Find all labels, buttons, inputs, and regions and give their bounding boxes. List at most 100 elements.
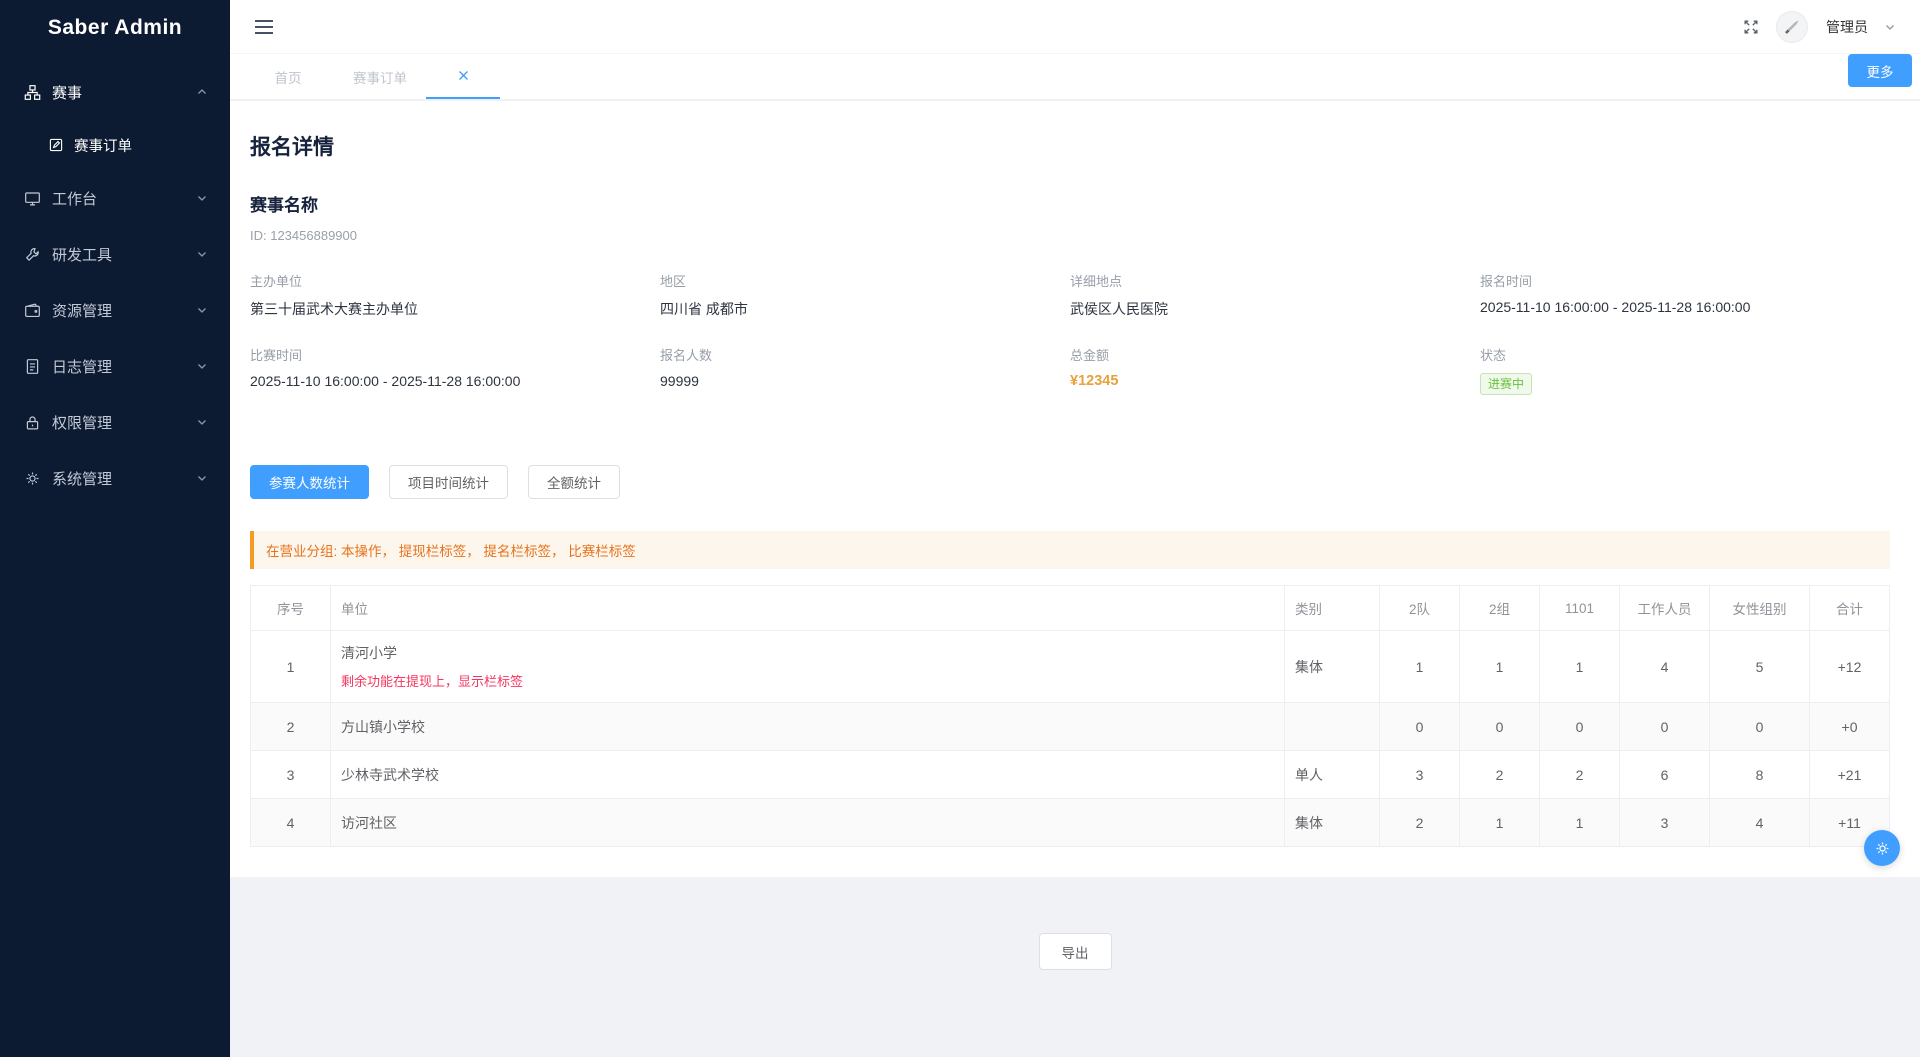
warning-alert: 在营业分组: 本操作， 提现栏标签， 提名栏标签， 比赛栏标签 — [250, 531, 1890, 569]
export-area: 导出 — [230, 877, 1920, 970]
sidebar-item-event-orders[interactable]: 赛事订单 — [0, 120, 230, 170]
sword-icon — [1783, 18, 1801, 36]
stat-tab-amount[interactable]: 全额统计 — [528, 465, 620, 499]
app-logo: Saber Admin — [0, 0, 230, 56]
detail-card: 报名详情 赛事名称 ID: 123456889900 主办单位 第三十届武术大赛… — [230, 101, 1920, 877]
settings-fab[interactable] — [1864, 830, 1900, 866]
more-button[interactable]: 更多 — [1848, 54, 1912, 87]
cell-value: 1 — [1540, 799, 1620, 847]
cell-total: +0 — [1810, 703, 1890, 751]
main-area: 管理员 首页 赛事订单 更多 报名详情 赛事名称 ID: 12345688990… — [230, 0, 1920, 1057]
edit-order-icon — [48, 137, 64, 153]
sidebar-item-label: 系统管理 — [52, 468, 196, 489]
col-header-category: 类别 — [1285, 586, 1380, 631]
field-label: 总金额 — [1070, 345, 1480, 364]
cell-index: 3 — [251, 751, 331, 799]
app-root: Saber Admin 赛事 赛事订单 工作台 研发工具 — [0, 0, 1920, 1057]
cell-index: 1 — [251, 631, 331, 703]
table-row[interactable]: 3 少林寺武术学校 单人 3 2 2 6 8 +21 — [251, 751, 1890, 799]
sidebar-item-label: 研发工具 — [52, 244, 196, 265]
col-header-unit: 单位 — [331, 586, 1285, 631]
field-label: 状态 — [1480, 345, 1890, 364]
field-signup-time: 报名时间 2025-11-10 16:00:00 - 2025-11-28 16… — [1480, 271, 1890, 319]
cell-value: 3 — [1380, 751, 1460, 799]
table-row[interactable]: 2 方山镇小学校 0 0 0 0 0 +0 — [251, 703, 1890, 751]
cell-category: 集体 — [1285, 799, 1380, 847]
cell-value: 1 — [1460, 631, 1540, 703]
field-value-amount: ¥12345 — [1070, 373, 1480, 389]
sidebar-item-system[interactable]: 系统管理 — [0, 450, 230, 506]
field-label: 报名人数 — [660, 345, 1070, 364]
cell-total: +21 — [1810, 751, 1890, 799]
monitor-icon — [24, 190, 41, 207]
document-icon — [24, 358, 41, 375]
tab-home[interactable]: 首页 — [242, 54, 334, 99]
close-icon[interactable] — [458, 70, 469, 81]
unit-name: 清河小学 — [341, 643, 1274, 663]
stat-tab-participants[interactable]: 参赛人数统计 — [250, 465, 369, 499]
sidebar: Saber Admin 赛事 赛事订单 工作台 研发工具 — [0, 0, 230, 1057]
chevron-down-icon — [196, 472, 208, 484]
field-value: 2025-11-10 16:00:00 - 2025-11-28 16:00:0… — [250, 373, 660, 389]
hierarchy-icon — [24, 84, 41, 101]
hamburger-icon — [254, 19, 274, 35]
cell-value: 5 — [1710, 631, 1810, 703]
tab-label: 首页 — [275, 67, 302, 87]
cell-unit: 清河小学 剩余功能在提现上，显示栏标签 — [331, 631, 1285, 703]
sidebar-item-events[interactable]: 赛事 — [0, 64, 230, 120]
table-row[interactable]: 1 清河小学 剩余功能在提现上，显示栏标签 集体 1 1 1 4 5 +12 — [251, 631, 1890, 703]
field-match-time: 比赛时间 2025-11-10 16:00:00 - 2025-11-28 16… — [250, 345, 660, 395]
table-row[interactable]: 4 访河社区 集体 2 1 1 3 4 +11 — [251, 799, 1890, 847]
sidebar-item-label: 资源管理 — [52, 300, 196, 321]
cell-unit: 方山镇小学校 — [331, 703, 1285, 751]
field-label: 主办单位 — [250, 271, 660, 290]
collapse-menu-button[interactable] — [254, 19, 274, 35]
cell-value: 2 — [1540, 751, 1620, 799]
cell-value: 0 — [1380, 703, 1460, 751]
field-value: 99999 — [660, 373, 1070, 389]
field-value: 2025-11-10 16:00:00 - 2025-11-28 16:00:0… — [1480, 299, 1890, 315]
sidebar-item-logs[interactable]: 日志管理 — [0, 338, 230, 394]
event-name: 赛事名称 — [250, 191, 1890, 216]
avatar[interactable] — [1776, 11, 1808, 43]
chevron-down-icon — [196, 192, 208, 204]
fullscreen-button[interactable] — [1742, 18, 1760, 36]
field-label: 详细地点 — [1070, 271, 1480, 290]
col-header-1101: 1101 — [1540, 586, 1620, 631]
field-total-amount: 总金额 ¥12345 — [1070, 345, 1480, 395]
cell-value: 2 — [1460, 751, 1540, 799]
sidebar-item-workbench[interactable]: 工作台 — [0, 170, 230, 226]
cell-unit: 访河社区 — [331, 799, 1285, 847]
cell-index: 4 — [251, 799, 331, 847]
stats-table: 序号 单位 类别 2队 2组 1101 工作人员 女性组别 合计 — [250, 585, 1890, 847]
stat-tab-schedule[interactable]: 项目时间统计 — [389, 465, 508, 499]
sidebar-menu: 赛事 赛事订单 工作台 研发工具 资源管理 — [0, 56, 230, 506]
tab-active[interactable] — [426, 54, 500, 99]
sidebar-item-label: 赛事订单 — [74, 135, 132, 156]
cell-value: 0 — [1710, 703, 1810, 751]
page-title: 报名详情 — [250, 131, 1890, 161]
table-header-row: 序号 单位 类别 2队 2组 1101 工作人员 女性组别 合计 — [251, 586, 1890, 631]
topbar-right: 管理员 — [1742, 11, 1896, 43]
stat-tabs: 参赛人数统计 项目时间统计 全额统计 — [250, 465, 1890, 499]
chevron-down-icon[interactable] — [1884, 21, 1896, 33]
field-organizer: 主办单位 第三十届武术大赛主办单位 — [250, 271, 660, 319]
sidebar-item-permissions[interactable]: 权限管理 — [0, 394, 230, 450]
field-status: 状态 进赛中 — [1480, 345, 1890, 395]
sidebar-item-dev-tools[interactable]: 研发工具 — [0, 226, 230, 282]
export-button[interactable]: 导出 — [1039, 933, 1112, 970]
col-header-total: 合计 — [1810, 586, 1890, 631]
cell-category: 单人 — [1285, 751, 1380, 799]
field-value: 第三十届武术大赛主办单位 — [250, 299, 660, 319]
col-header-index: 序号 — [251, 586, 331, 631]
sidebar-item-resources[interactable]: 资源管理 — [0, 282, 230, 338]
gear-icon — [1874, 840, 1891, 857]
tab-event-orders[interactable]: 赛事订单 — [334, 54, 426, 99]
col-header-2zu: 2组 — [1460, 586, 1540, 631]
field-value: 武侯区人民医院 — [1070, 299, 1480, 319]
cell-index: 2 — [251, 703, 331, 751]
tab-label: 赛事订单 — [353, 67, 407, 87]
cell-value: 6 — [1620, 751, 1710, 799]
cell-category — [1285, 703, 1380, 751]
lock-icon — [24, 414, 41, 431]
